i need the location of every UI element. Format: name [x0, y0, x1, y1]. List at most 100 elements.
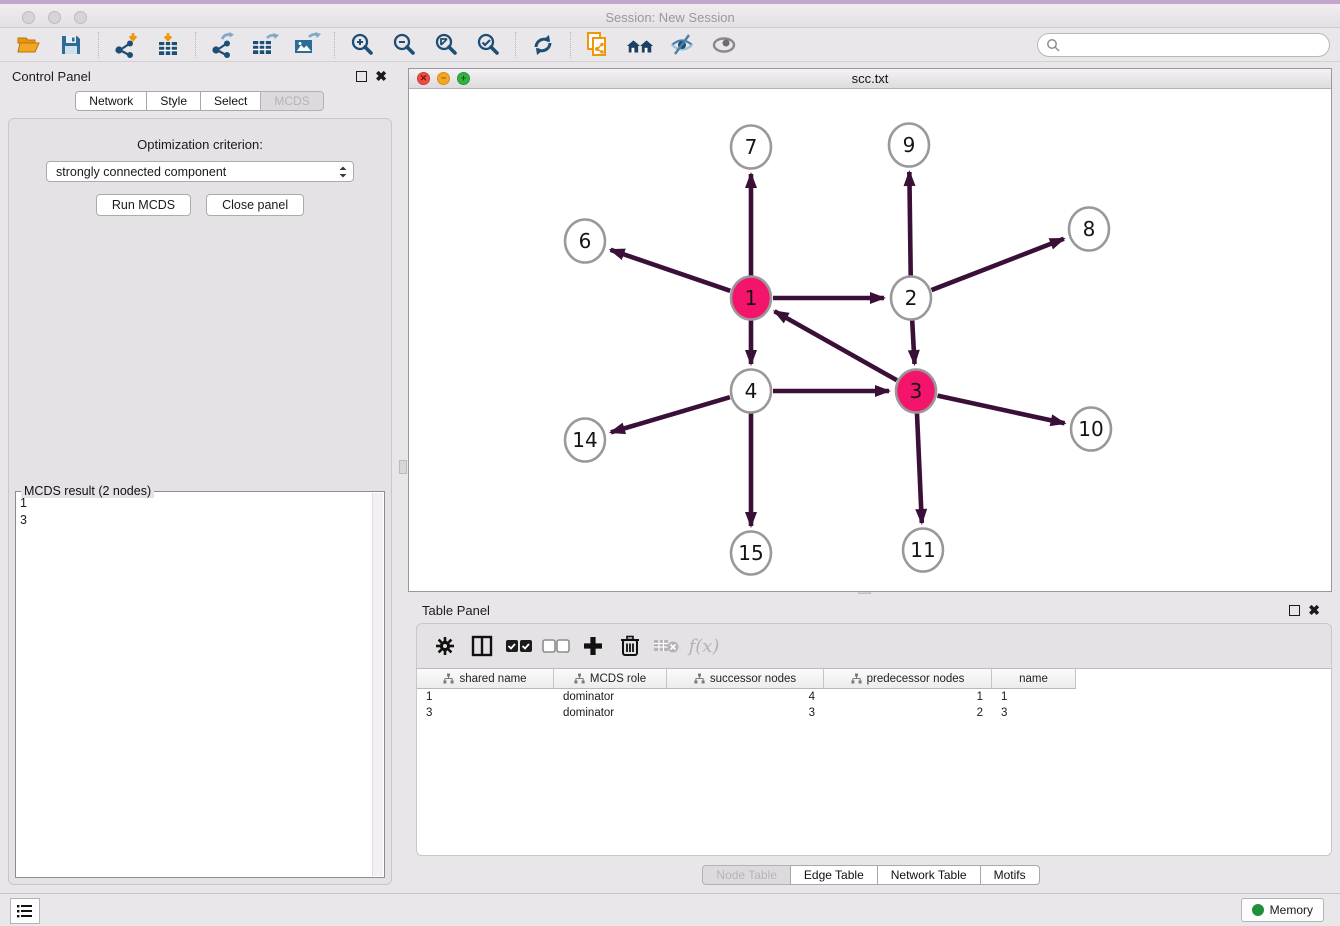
table-cell[interactable]: 1: [417, 689, 554, 705]
table-row[interactable]: 1dominator411: [417, 689, 1331, 705]
column-header-name[interactable]: name: [992, 669, 1076, 689]
column-header-predecessor-nodes[interactable]: predecessor nodes: [824, 669, 992, 689]
table-tab-node-table[interactable]: Node Table: [702, 865, 791, 885]
memory-button[interactable]: Memory: [1241, 898, 1324, 922]
graph-node-8[interactable]: 8: [1069, 208, 1109, 251]
column-label: shared name: [459, 673, 526, 685]
minimize-view-icon[interactable]: −: [437, 72, 450, 85]
delete-table-icon[interactable]: [651, 631, 683, 661]
graph-node-2[interactable]: 2: [891, 277, 931, 320]
graph-node-7[interactable]: 7: [731, 126, 771, 169]
export-table-icon[interactable]: [250, 30, 280, 60]
graph-node-4[interactable]: 4: [731, 370, 771, 413]
zoom-fit-icon[interactable]: [431, 30, 461, 60]
float-table-panel-icon[interactable]: [1289, 605, 1300, 616]
zoom-selected-icon[interactable]: [473, 30, 503, 60]
zoom-out-icon[interactable]: [389, 30, 419, 60]
list-icon: [16, 903, 34, 919]
gear-icon[interactable]: [429, 631, 461, 661]
open-folder-icon[interactable]: [14, 30, 44, 60]
table-tab-edge-table[interactable]: Edge Table: [790, 865, 878, 885]
table-cell[interactable]: 3: [992, 705, 1076, 721]
graph-node-3[interactable]: 3: [896, 370, 936, 413]
graph-node-label: 1: [745, 286, 758, 310]
refresh-icon[interactable]: [528, 30, 558, 60]
vertical-splitter-grip[interactable]: [399, 460, 407, 474]
table-row[interactable]: 3dominator323: [417, 705, 1331, 721]
graph-node-10[interactable]: 10: [1071, 408, 1111, 451]
table-cell[interactable]: 2: [824, 705, 992, 721]
save-icon[interactable]: [56, 30, 86, 60]
tab-select[interactable]: Select: [200, 91, 261, 111]
graph-node-6[interactable]: 6: [565, 220, 605, 263]
table-cell[interactable]: dominator: [554, 705, 667, 721]
graph-node-14[interactable]: 14: [565, 419, 605, 462]
table-cell[interactable]: 1: [992, 689, 1076, 705]
close-table-panel-icon[interactable]: ✖: [1308, 605, 1320, 616]
tab-style[interactable]: Style: [146, 91, 201, 111]
graph-edge-3-10[interactable]: [937, 396, 1064, 424]
table-tab-motifs[interactable]: Motifs: [980, 865, 1040, 885]
export-image-icon[interactable]: [292, 30, 322, 60]
toolbar-separator: [334, 32, 335, 58]
column-header-mcds-role[interactable]: MCDS role: [554, 669, 667, 689]
hide-selected-icon[interactable]: [667, 30, 697, 60]
tab-mcds[interactable]: MCDS: [260, 91, 323, 111]
memory-label: Memory: [1270, 903, 1313, 917]
close-panel-button[interactable]: Close panel: [206, 194, 304, 216]
graph-edge-2-8[interactable]: [932, 239, 1064, 290]
graph-node-11[interactable]: 11: [903, 529, 943, 572]
graph-node-15[interactable]: 15: [731, 532, 771, 575]
memory-status-icon: [1252, 904, 1264, 916]
graph-edge-3-1[interactable]: [775, 311, 897, 380]
tab-network[interactable]: Network: [75, 91, 147, 111]
statusbar: Memory: [0, 893, 1340, 926]
import-table-icon[interactable]: [153, 30, 183, 60]
show-all-icon[interactable]: [709, 30, 739, 60]
table-cell[interactable]: 4: [667, 689, 824, 705]
column-header-successor-nodes[interactable]: successor nodes: [667, 669, 824, 689]
first-neighbors-icon[interactable]: [625, 30, 655, 60]
column-pane-icon[interactable]: [466, 631, 498, 661]
graph-edge-2-3[interactable]: [912, 320, 914, 364]
mcds-result-text[interactable]: 1 3: [20, 495, 368, 873]
column-header-shared-name[interactable]: shared name: [417, 669, 554, 689]
graph-node-label: 2: [905, 286, 918, 310]
graph-node-9[interactable]: 9: [889, 124, 929, 167]
search-input[interactable]: [1061, 35, 1329, 55]
network-window-titlebar[interactable]: ✕ − + scc.txt: [409, 69, 1331, 89]
delete-icon[interactable]: [614, 631, 646, 661]
close-view-icon[interactable]: ✕: [417, 72, 430, 85]
task-history-button[interactable]: [10, 898, 40, 924]
graph-edge-1-6[interactable]: [611, 250, 731, 291]
app-title: Session: New Session: [0, 10, 1340, 25]
run-mcds-button[interactable]: Run MCDS: [96, 194, 191, 216]
network-view-window: ✕ − + scc.txt 7 9 6 8 1 2 4 3 14 10 15 11: [408, 68, 1332, 592]
search-field[interactable]: [1037, 33, 1330, 57]
deselect-all-icon[interactable]: [540, 631, 572, 661]
criterion-select[interactable]: strongly connected component: [46, 161, 354, 182]
maximize-view-icon[interactable]: +: [457, 72, 470, 85]
graph-edge-4-14[interactable]: [611, 397, 730, 432]
table-cell[interactable]: 1: [824, 689, 992, 705]
float-panel-icon[interactable]: [356, 71, 367, 82]
export-network-icon[interactable]: [208, 30, 238, 60]
graph-edge-2-9[interactable]: [909, 172, 910, 276]
table-body: 1dominator4113dominator323: [417, 689, 1331, 721]
table-cell[interactable]: 3: [667, 705, 824, 721]
add-icon[interactable]: [577, 631, 609, 661]
graph-node-label: 9: [903, 133, 916, 157]
result-scrollbar[interactable]: [372, 493, 383, 876]
table-tab-network-table[interactable]: Network Table: [877, 865, 981, 885]
graph-node-1[interactable]: 1: [731, 277, 771, 320]
table-cell[interactable]: dominator: [554, 689, 667, 705]
clone-network-icon[interactable]: [583, 30, 613, 60]
function-builder-icon[interactable]: f(x): [688, 631, 720, 661]
table-cell[interactable]: 3: [417, 705, 554, 721]
zoom-in-icon[interactable]: [347, 30, 377, 60]
select-all-icon[interactable]: [503, 631, 535, 661]
close-panel-icon[interactable]: ✖: [375, 71, 387, 82]
graph-edge-3-11[interactable]: [917, 413, 922, 523]
import-network-icon[interactable]: [111, 30, 141, 60]
network-canvas[interactable]: 7 9 6 8 1 2 4 3 14 10 15 11: [409, 89, 1331, 591]
